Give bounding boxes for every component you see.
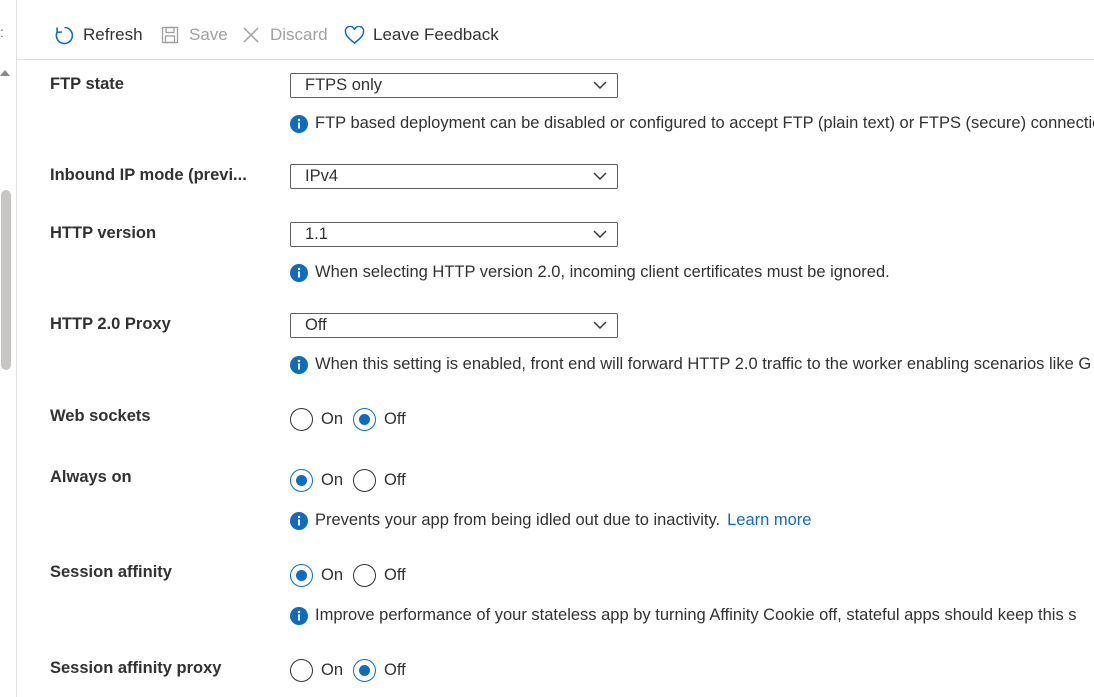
- chevron-down-icon: [593, 81, 607, 89]
- refresh-icon: [53, 24, 75, 46]
- http2-proxy-info-text: When this setting is enabled, front end …: [315, 355, 1092, 373]
- session-affinity-radio-group: On Off: [290, 564, 416, 587]
- info-icon: [290, 114, 308, 133]
- session-affinity-proxy-on-radio[interactable]: On: [290, 659, 343, 682]
- ftp-state-dropdown[interactable]: FTPS only: [290, 73, 618, 98]
- http2-proxy-dropdown[interactable]: Off: [290, 313, 618, 338]
- http2-proxy-value: Off: [305, 316, 327, 334]
- chevron-down-icon: [593, 321, 607, 329]
- heart-icon: [343, 24, 365, 46]
- session-affinity-on-radio[interactable]: On: [290, 564, 343, 587]
- session-affinity-proxy-on-label: On: [321, 661, 344, 679]
- radio-circle[interactable]: [290, 564, 313, 587]
- info-icon: [290, 511, 308, 530]
- session-affinity-on-label: On: [321, 566, 344, 584]
- always-on-radio-group: On Off: [290, 469, 416, 492]
- refresh-label: Refresh: [83, 25, 143, 44]
- always-on-info: Prevents your app from being idled out d…: [290, 511, 811, 530]
- info-icon: [290, 355, 308, 374]
- save-icon: [159, 24, 181, 46]
- info-icon: [290, 606, 308, 625]
- chevron-down-icon: [593, 230, 607, 238]
- refresh-button[interactable]: Refresh: [53, 22, 143, 48]
- info-icon: [290, 263, 308, 282]
- inbound-ip-dropdown[interactable]: IPv4: [290, 164, 618, 189]
- rail-ellipsis-icon: :: [0, 24, 4, 40]
- session-affinity-off-label: Off: [384, 566, 406, 584]
- http2-proxy-info: When this setting is enabled, front end …: [290, 355, 1091, 374]
- session-affinity-proxy-off-label: Off: [384, 661, 406, 679]
- close-icon: [240, 24, 262, 46]
- radio-circle[interactable]: [290, 659, 313, 682]
- web-sockets-on-label: On: [321, 410, 344, 428]
- save-label: Save: [189, 25, 228, 44]
- chevron-down-icon: [593, 172, 607, 180]
- always-on-on-radio[interactable]: On: [290, 469, 343, 492]
- inbound-ip-label: Inbound IP mode (previ...: [50, 166, 247, 184]
- ftp-state-info-text: FTP based deployment can be disabled or …: [315, 114, 1094, 132]
- http2-proxy-label: HTTP 2.0 Proxy: [50, 315, 171, 333]
- web-sockets-label: Web sockets: [50, 407, 151, 425]
- always-on-off-radio[interactable]: Off: [353, 469, 406, 492]
- save-button[interactable]: Save: [159, 22, 228, 48]
- http-version-info-text: When selecting HTTP version 2.0, incomin…: [315, 263, 890, 281]
- discard-label: Discard: [270, 25, 328, 44]
- learn-more-link[interactable]: Learn more: [727, 511, 811, 530]
- session-affinity-proxy-radio-group: On Off: [290, 659, 416, 682]
- ftp-state-info: FTP based deployment can be disabled or …: [290, 114, 1094, 133]
- ftp-state-label: FTP state: [50, 75, 124, 93]
- radio-circle[interactable]: [353, 659, 377, 682]
- session-affinity-info-text: Improve performance of your stateless ap…: [315, 606, 1077, 624]
- leave-feedback-button[interactable]: Leave Feedback: [343, 22, 499, 48]
- radio-circle[interactable]: [353, 564, 377, 587]
- session-affinity-info: Improve performance of your stateless ap…: [290, 606, 1077, 625]
- session-affinity-off-radio[interactable]: Off: [353, 564, 406, 587]
- scroll-up-arrow-icon[interactable]: [0, 70, 10, 76]
- web-sockets-radio-group: On Off: [290, 408, 416, 431]
- web-sockets-on-radio[interactable]: On: [290, 408, 343, 431]
- always-on-label: Always on: [50, 468, 132, 486]
- radio-circle[interactable]: [290, 469, 313, 492]
- http-version-dropdown[interactable]: 1.1: [290, 222, 618, 247]
- discard-button[interactable]: Discard: [240, 22, 328, 48]
- session-affinity-proxy-off-radio[interactable]: Off: [353, 659, 406, 682]
- http-version-label: HTTP version: [50, 224, 157, 242]
- always-on-on-label: On: [321, 471, 344, 489]
- command-bar: Refresh Save Discard Leave Feedback: [16, 0, 1094, 60]
- http-version-info: When selecting HTTP version 2.0, incomin…: [290, 263, 890, 282]
- always-on-off-label: Off: [384, 471, 406, 489]
- web-sockets-off-label: Off: [384, 410, 406, 428]
- leave-feedback-label: Leave Feedback: [373, 25, 499, 44]
- inbound-ip-value: IPv4: [305, 167, 339, 185]
- http-version-value: 1.1: [305, 225, 328, 243]
- left-rail: :: [0, 0, 17, 697]
- radio-circle[interactable]: [353, 469, 377, 492]
- always-on-info-text: Prevents your app from being idled out d…: [315, 511, 721, 529]
- radio-circle[interactable]: [353, 408, 377, 431]
- session-affinity-proxy-label: Session affinity proxy: [50, 659, 222, 677]
- radio-circle[interactable]: [290, 408, 313, 431]
- web-sockets-off-radio[interactable]: Off: [353, 408, 406, 431]
- scrollbar-thumb[interactable]: [1, 190, 11, 370]
- session-affinity-label: Session affinity: [50, 563, 172, 581]
- ftp-state-value: FTPS only: [305, 76, 383, 94]
